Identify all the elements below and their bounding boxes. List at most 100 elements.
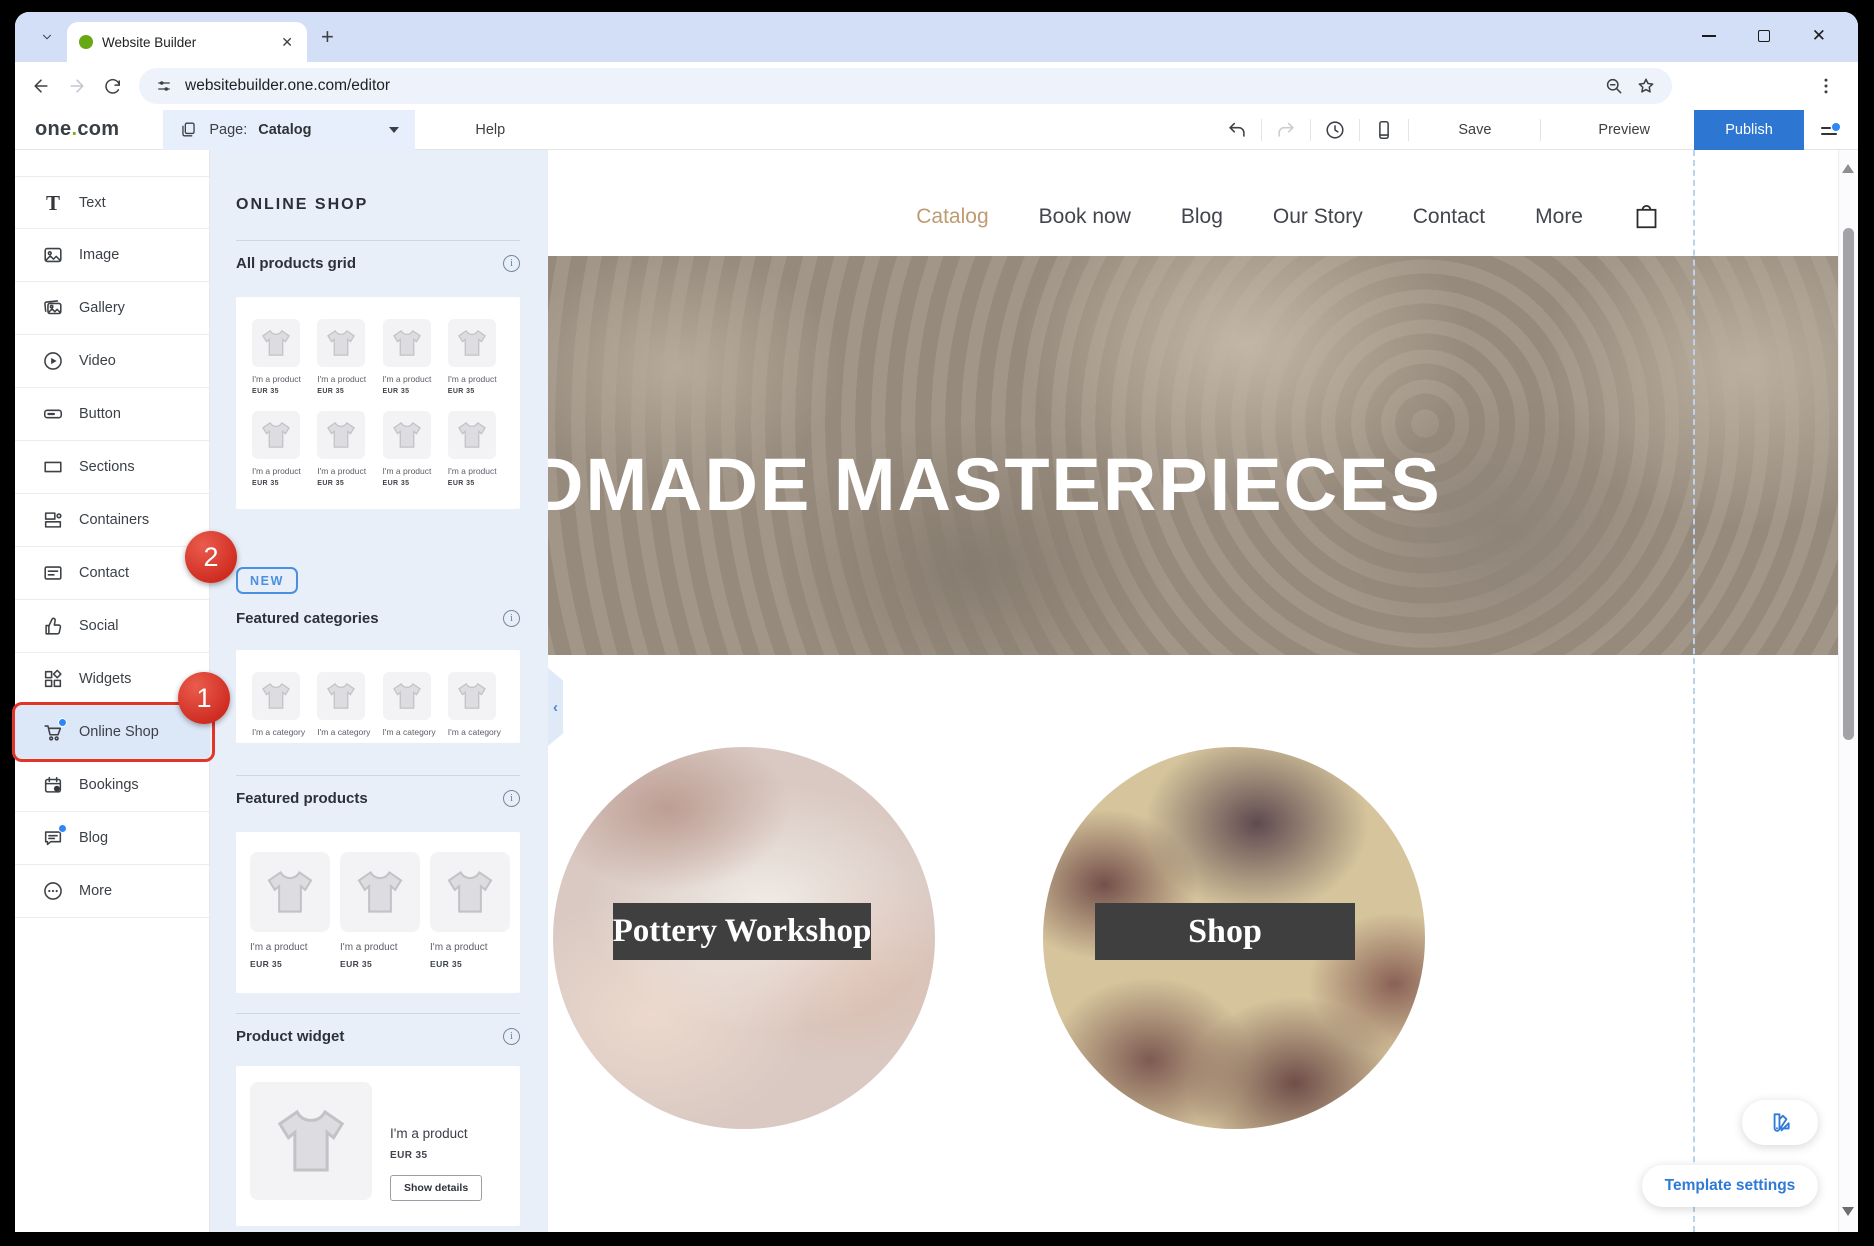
undo-icon[interactable]: [1226, 119, 1248, 141]
page-selector-value: Catalog: [258, 122, 311, 138]
info-icon[interactable]: i: [503, 255, 520, 272]
tshirt-placeholder-icon: [383, 672, 431, 720]
sidebar-item-gallery[interactable]: Gallery: [15, 282, 209, 335]
tshirt-placeholder-icon: [317, 411, 365, 459]
tshirt-placeholder-icon: [383, 411, 431, 459]
tshirt-placeholder-icon: [250, 852, 330, 932]
sidebar-item-label: Contact: [79, 565, 129, 581]
hero-banner[interactable]: DMADE MASTERPIECES: [548, 256, 1838, 655]
scrollbar-thumb[interactable]: [1843, 228, 1854, 740]
editor-menu-icon[interactable]: [1818, 119, 1840, 141]
panel-collapse-tab[interactable]: ‹: [548, 668, 563, 746]
shopping-bag-icon[interactable]: [1633, 201, 1660, 231]
sidebar-item-social[interactable]: Social: [15, 600, 209, 653]
info-icon[interactable]: i: [503, 610, 520, 627]
publish-button[interactable]: Publish: [1694, 110, 1804, 150]
featured-categories-card[interactable]: I'm a category I'm a category I'm a cate…: [236, 650, 520, 743]
category-tile: I'm a category: [252, 672, 308, 737]
reload-icon[interactable]: [103, 76, 123, 96]
info-icon[interactable]: i: [503, 790, 520, 807]
save-button[interactable]: Save: [1458, 122, 1491, 138]
sidebar-item-image[interactable]: Image: [15, 229, 209, 282]
tab-search-chevron-icon[interactable]: [31, 21, 63, 53]
widget-product-price: EUR 35: [390, 1150, 482, 1161]
address-bar[interactable]: websitebuilder.one.com/editor: [139, 68, 1672, 104]
bookings-calendar-icon: [42, 774, 64, 796]
tshirt-placeholder-icon: [252, 411, 300, 459]
thumbs-up-icon: [42, 615, 64, 637]
sidebar-item-label: More: [79, 883, 112, 899]
sidebar-item-label: Text: [79, 195, 106, 211]
contact-icon: [42, 562, 64, 584]
style-swatch-button[interactable]: [1742, 1100, 1818, 1145]
site-nav-catalog[interactable]: Catalog: [916, 205, 988, 229]
tab-close-icon[interactable]: ✕: [277, 32, 297, 53]
site-canvas[interactable]: Catalog Book now Blog Our Story Contact …: [548, 150, 1838, 1232]
site-nav-our-story[interactable]: Our Story: [1273, 205, 1363, 229]
info-icon[interactable]: i: [503, 1028, 520, 1045]
scroll-down-arrow-icon[interactable]: [1842, 1207, 1854, 1216]
pottery-workshop-label[interactable]: Pottery Workshop: [613, 903, 871, 960]
sidebar-item-blog[interactable]: Blog: [15, 812, 209, 865]
sidebar-item-label: Gallery: [79, 300, 125, 316]
product-tile: I'm a productEUR 35: [448, 319, 504, 395]
product-tile: I'm a productEUR 35: [252, 411, 308, 487]
sidebar-item-sections[interactable]: Sections: [15, 441, 209, 494]
sidebar-item-more[interactable]: More: [15, 865, 209, 918]
mobile-preview-icon[interactable]: [1373, 119, 1395, 141]
product-tile: I'm a productEUR 35: [252, 319, 308, 395]
sidebar-item-button[interactable]: Button: [15, 388, 209, 441]
window-close-button[interactable]: ✕: [1812, 27, 1826, 44]
site-nav-blog[interactable]: Blog: [1181, 205, 1223, 229]
window-maximize-button[interactable]: [1758, 30, 1770, 42]
new-tab-button[interactable]: +: [321, 26, 334, 48]
section-heading-featured-products: Featured products i: [236, 788, 520, 808]
featured-products-card[interactable]: I'm a productEUR 35 I'm a productEUR 35 …: [236, 832, 520, 993]
tshirt-placeholder-icon: [448, 672, 496, 720]
product-tile: I'm a productEUR 35: [383, 319, 439, 395]
chevron-down-icon: [389, 127, 399, 133]
template-settings-button[interactable]: Template settings: [1642, 1165, 1818, 1207]
browser-tab[interactable]: Website Builder ✕: [67, 22, 307, 62]
browser-menu-icon[interactable]: [1816, 76, 1836, 96]
tshirt-placeholder-icon: [430, 852, 510, 932]
history-icon[interactable]: [1324, 119, 1346, 141]
bookmark-star-icon[interactable]: [1636, 76, 1656, 96]
sidebar-item-video[interactable]: Video: [15, 335, 209, 388]
show-details-button[interactable]: Show details: [390, 1175, 482, 1201]
site-nav-contact[interactable]: Contact: [1413, 205, 1485, 229]
browser-toolbar: websitebuilder.one.com/editor: [15, 62, 1858, 110]
widget-product-name: I'm a product: [390, 1126, 482, 1141]
zoom-out-icon[interactable]: [1604, 76, 1624, 96]
canvas-scrollbar[interactable]: [1838, 150, 1858, 1232]
tshirt-placeholder-icon: [252, 319, 300, 367]
site-info-icon[interactable]: [155, 77, 173, 95]
all-products-grid-card[interactable]: I'm a productEUR 35 I'm a productEUR 35 …: [236, 297, 520, 509]
sidebar-item-label: Social: [79, 618, 119, 634]
back-icon[interactable]: [31, 76, 51, 96]
sidebar-item-bookings[interactable]: Bookings: [15, 759, 209, 812]
containers-icon: [42, 509, 64, 531]
gallery-icon: [42, 297, 64, 319]
annotation-step-1-badge: 1: [178, 672, 230, 724]
scroll-up-arrow-icon[interactable]: [1842, 164, 1854, 173]
online-shop-panel: ONLINE SHOP All products grid i I'm a pr…: [210, 150, 548, 1232]
window-minimize-button[interactable]: [1702, 35, 1716, 37]
sidebar-item-containers[interactable]: Containers: [15, 494, 209, 547]
redo-icon[interactable]: [1275, 119, 1297, 141]
url-text[interactable]: websitebuilder.one.com/editor: [185, 77, 1592, 95]
forward-icon[interactable]: [67, 76, 87, 96]
sidebar-item-text[interactable]: T Text: [15, 176, 209, 229]
featured-product-tile: I'm a productEUR 35: [340, 852, 420, 969]
site-nav-book-now[interactable]: Book now: [1039, 205, 1131, 229]
preview-button[interactable]: Preview: [1598, 122, 1650, 138]
product-tile: I'm a productEUR 35: [317, 411, 373, 487]
shop-label[interactable]: Shop: [1095, 903, 1355, 960]
sidebar-item-contact[interactable]: Contact: [15, 547, 209, 600]
page-selector[interactable]: Page: Catalog: [163, 110, 415, 150]
help-button[interactable]: Help: [475, 122, 505, 138]
hero-title: DMADE MASTERPIECES: [548, 448, 1442, 522]
annotation-step-2-badge: 2: [185, 531, 237, 583]
product-widget-card[interactable]: I'm a product EUR 35 Show details: [236, 1066, 520, 1226]
site-nav-more[interactable]: More: [1535, 205, 1583, 229]
